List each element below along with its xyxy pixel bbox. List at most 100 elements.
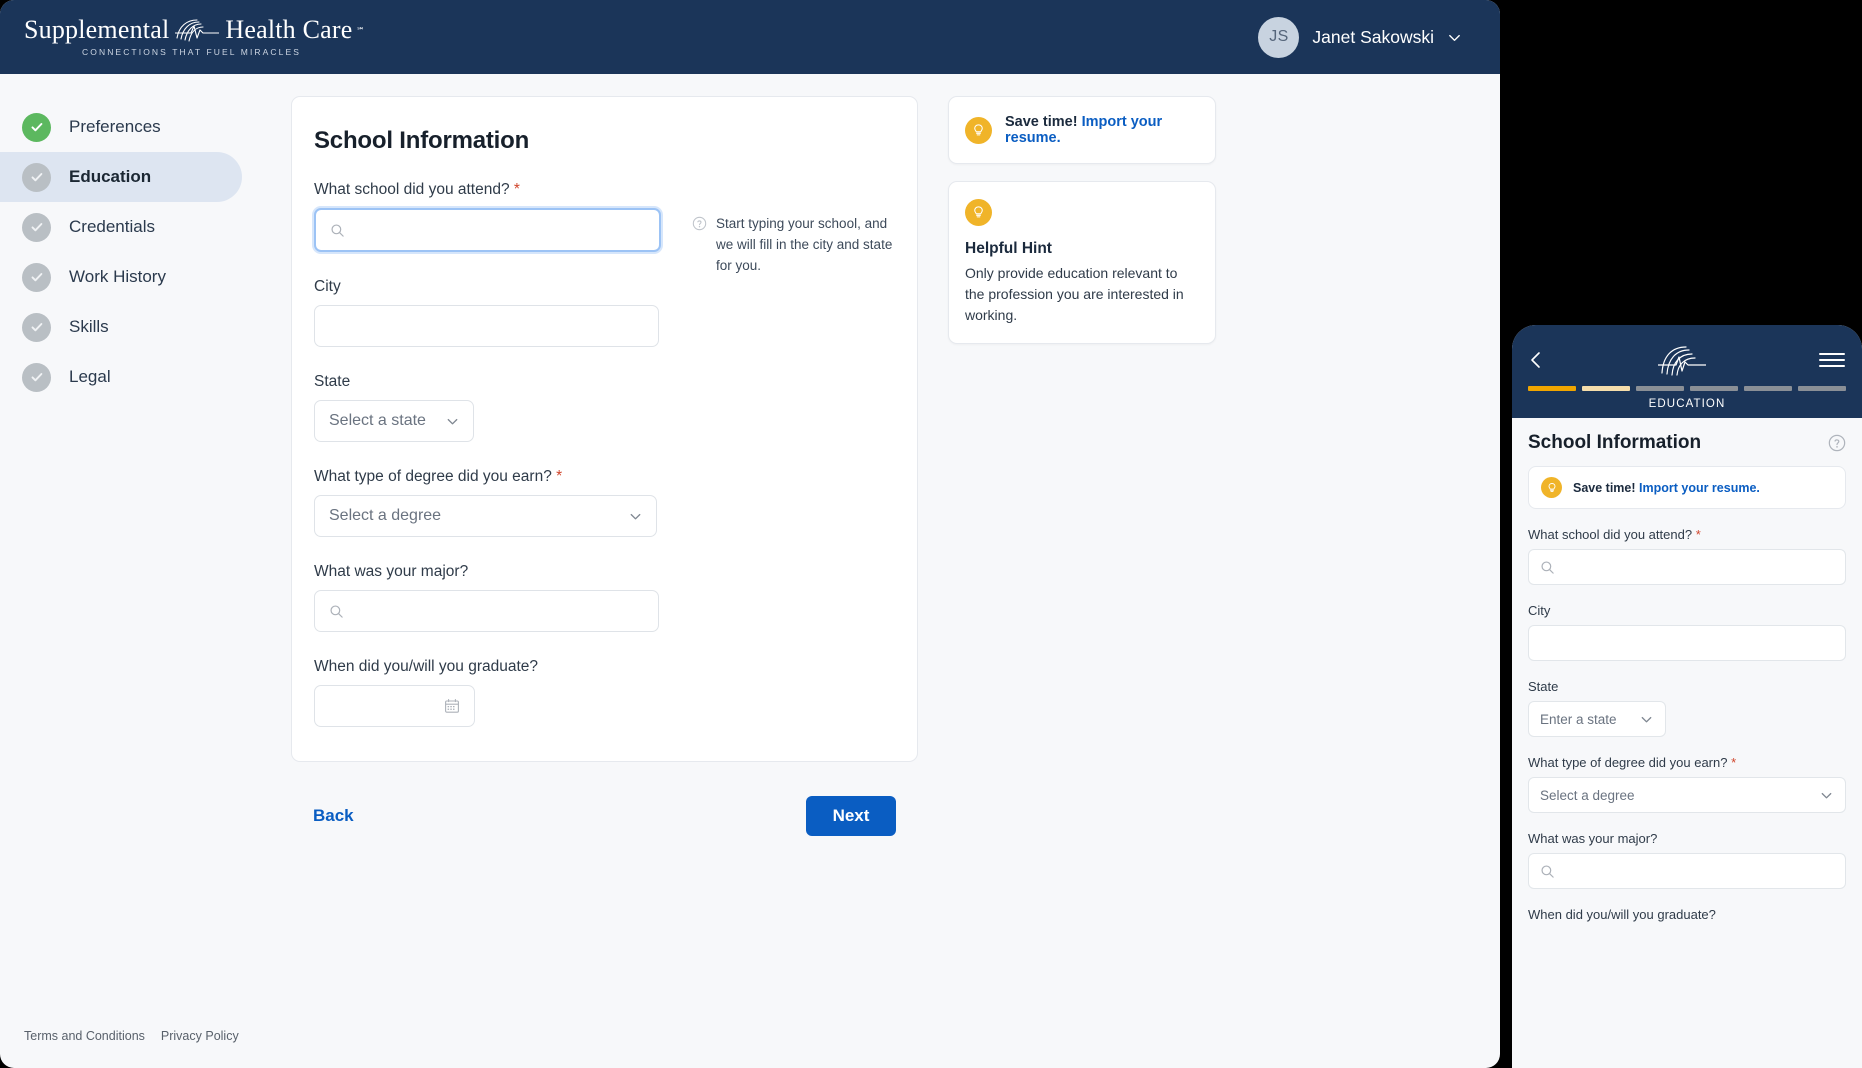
required-marker: *: [513, 181, 520, 198]
chevron-down-icon: [630, 513, 641, 519]
search-icon: [1541, 560, 1554, 574]
mobile-city-label: City: [1528, 603, 1551, 618]
mobile-school-input[interactable]: [1528, 549, 1846, 585]
mobile-school-label: What school did you attend? *: [1528, 527, 1701, 542]
mobile-content: School Information Save time! Import you…: [1512, 418, 1862, 931]
required-marker: *: [556, 468, 563, 485]
mobile-preview-frame: EDUCATION School Information Save time! …: [1512, 325, 1862, 1068]
sidebar-item-label: Credentials: [69, 217, 155, 236]
sidebar-item-label: Education: [69, 167, 152, 186]
mobile-state-value: Enter a state: [1540, 711, 1617, 727]
school-input[interactable]: [314, 208, 661, 252]
field-graduation: When did you/will you graduate?: [292, 658, 917, 727]
graduation-date-input[interactable]: [314, 685, 475, 727]
sidebar-item-skills[interactable]: Skills: [0, 302, 290, 352]
sidebar-item-preferences[interactable]: Preferences: [0, 102, 290, 152]
sidebar-item-work-history[interactable]: Work History: [0, 252, 290, 302]
mobile-city-input[interactable]: [1528, 625, 1846, 661]
swoosh-logo-icon: [175, 19, 220, 42]
sidebar-item-label: Work History: [69, 267, 166, 286]
progress-segment: [1798, 386, 1846, 391]
mobile-state-select[interactable]: Enter a state: [1528, 701, 1666, 737]
sidebar-item-label: Legal: [69, 367, 111, 386]
sidebar-item-legal[interactable]: Legal: [0, 352, 290, 402]
swoosh-logo-icon: [1658, 346, 1706, 376]
school-information-card: School Information What school did you a…: [291, 96, 918, 762]
import-resume-card[interactable]: Save time! Import your resume.: [948, 96, 1216, 164]
mobile-field-state: State Enter a state: [1528, 679, 1846, 737]
mobile-graduation-label: When did you/will you graduate?: [1528, 907, 1716, 922]
calendar-icon: [445, 699, 459, 713]
field-city: City: [292, 278, 917, 347]
question-circle-icon: [692, 216, 707, 231]
mobile-import-resume-link[interactable]: Import your resume.: [1639, 481, 1760, 495]
mobile-degree-select[interactable]: Select a degree: [1528, 777, 1846, 813]
sidebar-item-credentials[interactable]: Credentials: [0, 202, 290, 252]
city-label: City: [314, 278, 341, 295]
search-icon: [330, 604, 343, 618]
avatar: JS: [1258, 16, 1300, 58]
mobile-progress-bar: [1528, 386, 1846, 391]
sidebar-item-label: Skills: [69, 317, 109, 336]
tips-rail: Save time! Import your resume. Helpful H…: [948, 96, 1216, 1068]
back-chevron-icon[interactable]: [1528, 350, 1544, 370]
desktop-viewport: Supplemental Health Care ℠ CONNECTIONS T…: [0, 0, 1500, 1068]
lightbulb-icon: [965, 199, 992, 226]
brand-name-second: Health Care: [225, 15, 353, 44]
mobile-import-resume-text: Save time! Import your resume.: [1573, 480, 1760, 495]
progress-sidebar: Preferences Education Credentials Work H…: [0, 74, 290, 1068]
check-pending-icon: [22, 212, 51, 242]
mobile-state-label: State: [1528, 679, 1559, 694]
progress-segment: [1528, 386, 1576, 391]
brand-tm: ℠: [356, 25, 365, 35]
mobile-import-resume-card[interactable]: Save time! Import your resume.: [1528, 466, 1846, 509]
mobile-major-input[interactable]: [1528, 853, 1846, 889]
back-button[interactable]: Back: [313, 806, 354, 826]
mobile-field-graduation: When did you/will you graduate?: [1528, 907, 1846, 931]
major-input[interactable]: [314, 590, 659, 632]
mobile-step-label: EDUCATION: [1648, 398, 1726, 410]
sidebar-item-label: Preferences: [69, 117, 161, 136]
degree-label: What type of degree did you earn? *: [314, 468, 563, 485]
next-button[interactable]: Next: [806, 796, 896, 836]
chevron-down-icon: [1641, 716, 1652, 722]
search-icon: [331, 223, 344, 237]
footer: Terms and Conditions Privacy Policy: [24, 1029, 239, 1043]
field-school: What school did you attend? * Start typi…: [292, 181, 917, 273]
brand-name-first: Supplemental: [24, 15, 170, 44]
school-hint: Start typing your school, and we will fi…: [692, 214, 902, 277]
mobile-field-city: City: [1528, 603, 1846, 661]
mobile-page-title: School Information: [1528, 432, 1702, 453]
lightbulb-icon: [1541, 477, 1562, 498]
degree-select[interactable]: Select a degree: [314, 495, 657, 537]
progress-segment: [1582, 386, 1630, 391]
helpful-hint-card: Helpful Hint Only provide education rele…: [948, 181, 1216, 344]
user-menu[interactable]: JS Janet Sakowski: [1258, 16, 1462, 58]
page-body: Preferences Education Credentials Work H…: [0, 74, 1500, 1068]
state-select-value: Select a state: [329, 412, 426, 429]
check-pending-icon: [22, 312, 51, 342]
required-marker: *: [1695, 527, 1701, 542]
graduation-label: When did you/will you graduate?: [314, 658, 539, 675]
progress-segment: [1690, 386, 1738, 391]
check-pending-icon: [22, 362, 51, 392]
mobile-degree-label: What type of degree did you earn? *: [1528, 755, 1737, 770]
import-resume-text: Save time! Import your resume.: [1005, 114, 1163, 146]
privacy-link[interactable]: Privacy Policy: [161, 1029, 239, 1043]
chevron-down-icon: [447, 418, 458, 424]
question-circle-icon[interactable]: [1828, 434, 1846, 452]
helpful-hint-body: Only provide education relevant to the p…: [965, 265, 1184, 323]
state-select[interactable]: Select a state: [314, 400, 474, 442]
terms-link[interactable]: Terms and Conditions: [24, 1029, 145, 1043]
form-navigation: Back Next: [291, 796, 918, 836]
hamburger-menu-icon[interactable]: [1818, 350, 1846, 370]
brand-logo[interactable]: Supplemental Health Care ℠ CONNECTIONS T…: [24, 15, 365, 58]
sidebar-item-education[interactable]: Education: [0, 152, 242, 202]
search-icon: [1541, 864, 1554, 878]
progress-segment: [1744, 386, 1792, 391]
main-content: School Information What school did you a…: [290, 74, 1500, 1068]
mobile-major-label: What was your major?: [1528, 831, 1658, 846]
mobile-field-school: What school did you attend? *: [1528, 527, 1846, 585]
app-header: Supplemental Health Care ℠ CONNECTIONS T…: [0, 0, 1500, 74]
city-input[interactable]: [314, 305, 659, 347]
